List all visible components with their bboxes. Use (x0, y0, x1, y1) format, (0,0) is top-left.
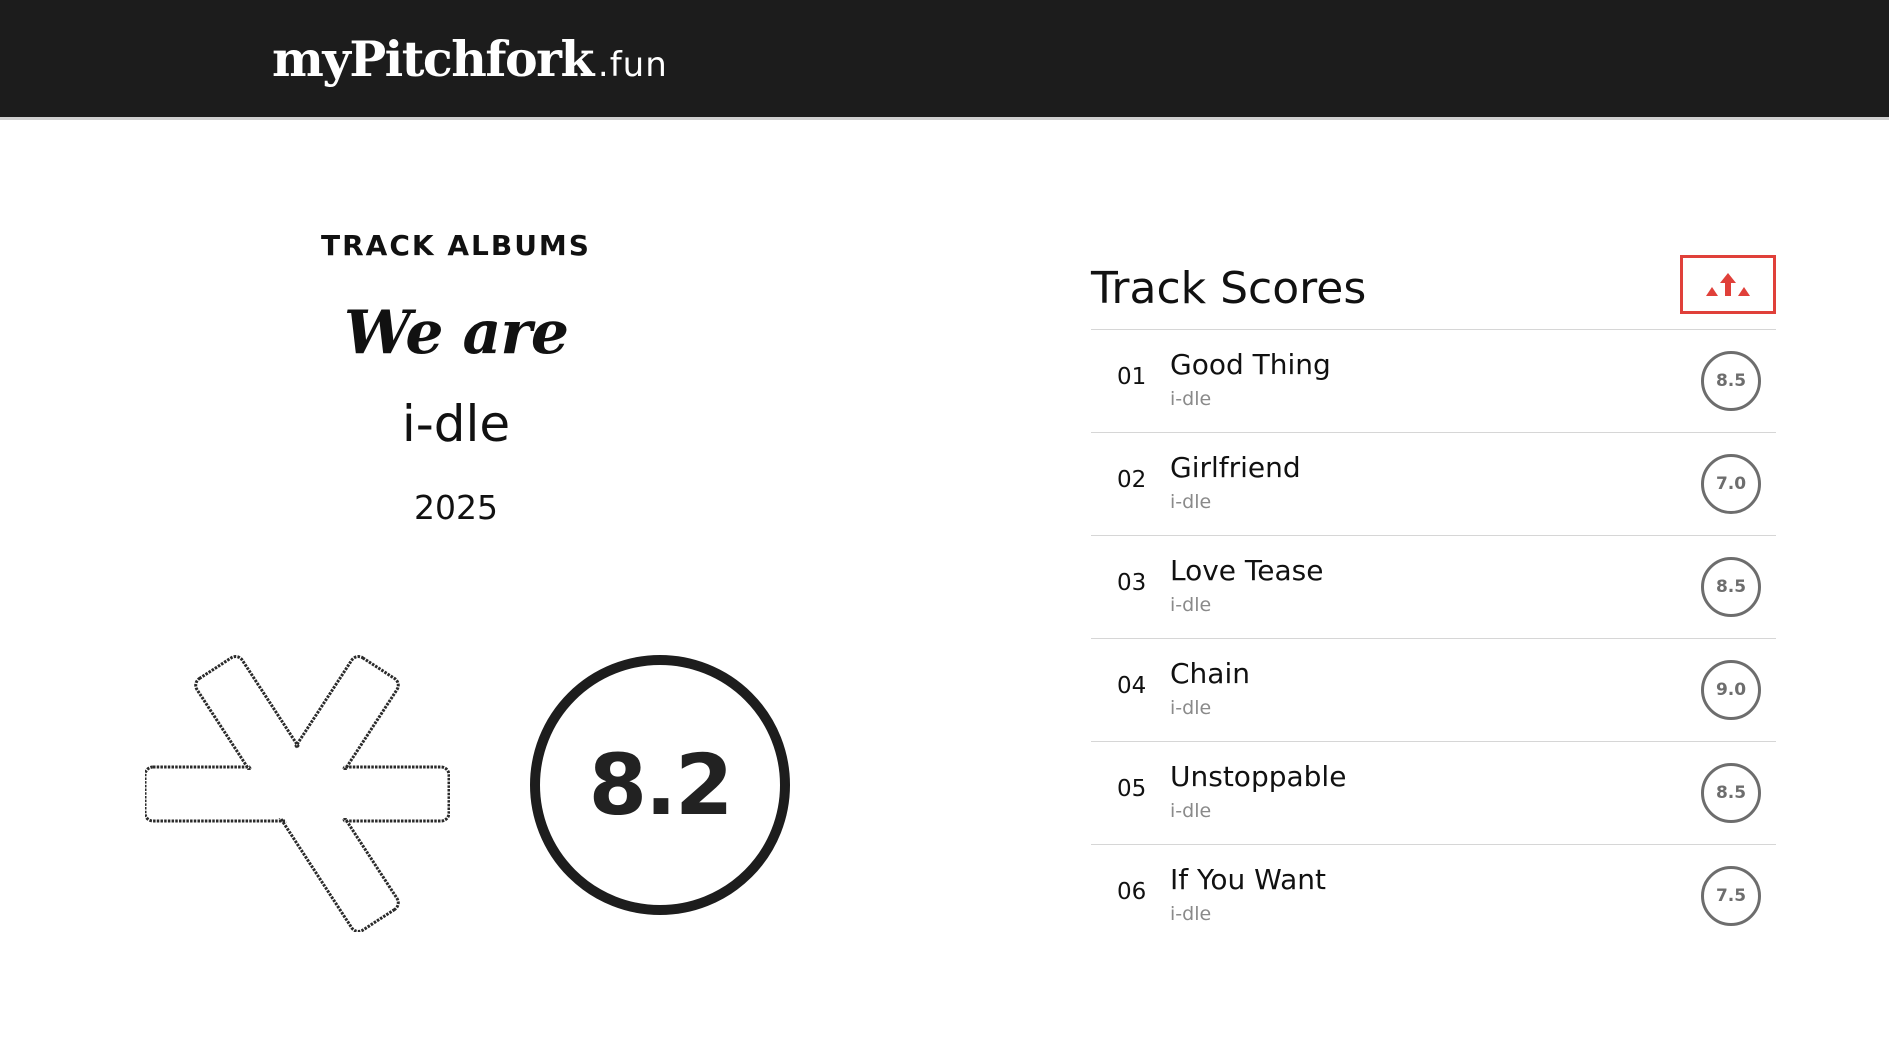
track-row[interactable]: 05 Unstoppable i-dle 8.5 (1091, 742, 1776, 845)
album-info: TRACK ALBUMS We are i-dle 2025 (130, 225, 782, 531)
track-number: 04 (1117, 673, 1147, 699)
track-number: 01 (1117, 364, 1147, 390)
brand-tld: .fun (597, 45, 668, 85)
asterisk-logo-icon (145, 655, 450, 932)
album-artist: i-dle (401, 395, 511, 453)
track-title: Unstoppable (1170, 760, 1347, 793)
track-row[interactable]: 03 Love Tease i-dle 8.5 (1091, 536, 1776, 639)
track-artist: i-dle (1170, 903, 1212, 925)
album-score-badge: 8.2 (530, 655, 790, 915)
track-scores-header: Track Scores (1091, 255, 1776, 330)
track-row[interactable]: 04 Chain i-dle 9.0 (1091, 639, 1776, 742)
track-score-badge: 8.5 (1701, 351, 1761, 411)
sort-button[interactable] (1680, 255, 1776, 314)
track-score-badge: 8.5 (1701, 763, 1761, 823)
track-score-badge: 7.5 (1701, 866, 1761, 926)
track-list: 01 Good Thing i-dle 8.5 02 Girlfriend i-… (1091, 330, 1776, 947)
track-artist: i-dle (1170, 594, 1212, 616)
track-score-badge: 8.5 (1701, 557, 1761, 617)
track-number: 06 (1117, 879, 1147, 905)
sort-up-arrows-icon (1706, 272, 1750, 296)
track-title: Chain (1170, 657, 1250, 690)
track-row[interactable]: 06 If You Want i-dle 7.5 (1091, 845, 1776, 947)
track-score-badge: 9.0 (1701, 660, 1761, 720)
track-row[interactable]: 02 Girlfriend i-dle 7.0 (1091, 433, 1776, 536)
track-artist: i-dle (1170, 388, 1212, 410)
site-logo[interactable]: myPitchfork .fun (272, 30, 668, 88)
track-number: 05 (1117, 776, 1147, 802)
track-artist: i-dle (1170, 491, 1212, 513)
album-year: 2025 (414, 488, 498, 527)
track-scores-panel: Track Scores 01 Good Thing i-dle 8.5 02 … (1091, 255, 1776, 947)
track-scores-title: Track Scores (1091, 263, 1367, 314)
track-title: Girlfriend (1170, 451, 1301, 484)
album-score-value: 8.2 (588, 736, 734, 834)
track-title: If You Want (1170, 863, 1326, 896)
site-header: myPitchfork .fun (0, 0, 1889, 120)
track-score-badge: 7.0 (1701, 454, 1761, 514)
track-number: 03 (1117, 570, 1147, 596)
album-title: We are (343, 298, 569, 368)
track-artist: i-dle (1170, 697, 1212, 719)
track-title: Good Thing (1170, 348, 1331, 381)
section-eyebrow: TRACK ALBUMS (321, 229, 591, 262)
brand-name: myPitchfork (272, 30, 594, 88)
track-row[interactable]: 01 Good Thing i-dle 8.5 (1091, 330, 1776, 433)
track-number: 02 (1117, 467, 1147, 493)
track-artist: i-dle (1170, 800, 1212, 822)
track-title: Love Tease (1170, 554, 1324, 587)
